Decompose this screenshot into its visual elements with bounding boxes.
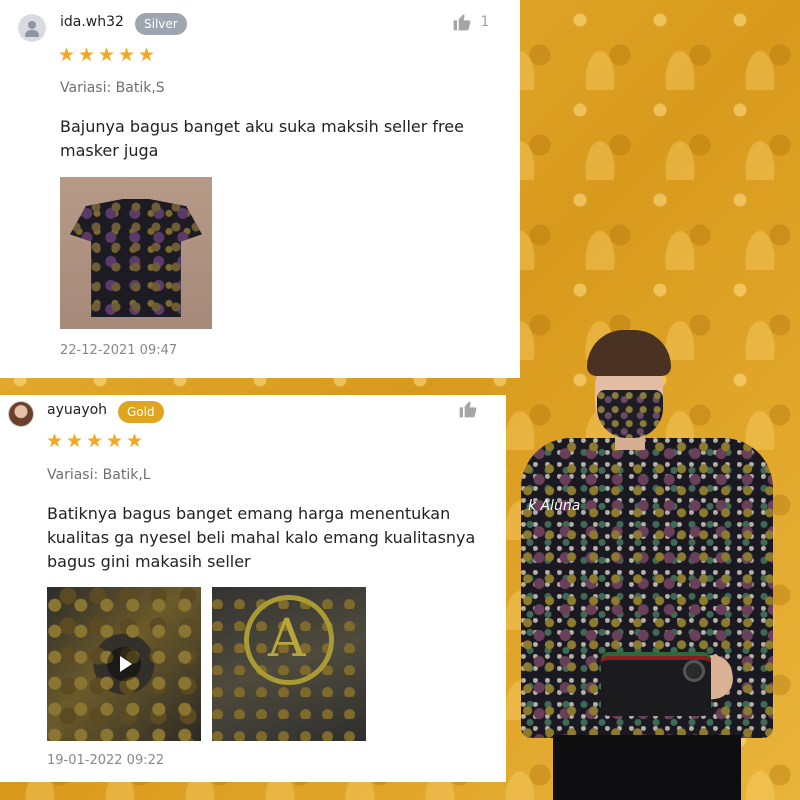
member-badge: Gold <box>118 401 164 423</box>
watch <box>683 660 705 682</box>
star-icon: ★ <box>46 430 64 452</box>
review-timestamp: 22-12-2021 09:47 <box>60 343 178 358</box>
star-icon: ★ <box>138 44 156 66</box>
thumbs-up-icon <box>459 401 477 418</box>
play-icon[interactable] <box>107 647 141 681</box>
thumbs-up-icon <box>453 14 471 31</box>
review-text-line: bagus gini makasih seller <box>47 552 251 571</box>
star-rating: ★ ★ ★ ★ ★ <box>58 44 156 66</box>
review-photo[interactable] <box>60 177 212 329</box>
batik-mask <box>597 390 663 438</box>
like-count: 1 <box>480 14 490 30</box>
review-text-line: kualitas ga nyesel beli mahal kalo emang… <box>47 528 476 547</box>
shirt-image <box>70 199 202 317</box>
star-icon: ★ <box>66 430 84 452</box>
model-hair <box>587 330 671 376</box>
member-badge: Silver <box>135 13 187 35</box>
like-button[interactable]: 1 <box>452 12 489 32</box>
review-video[interactable] <box>47 587 201 741</box>
review-username[interactable]: ayuayoh <box>47 402 107 418</box>
model-photo <box>515 330 780 800</box>
avatar-head-icon <box>28 21 36 29</box>
brand-logo-icon: A <box>268 609 306 669</box>
review-photo[interactable]: A <box>212 587 366 741</box>
review-username[interactable]: ida.wh32 <box>60 14 124 30</box>
variant-label: Variasi: Batik,L <box>47 467 151 483</box>
avatar[interactable] <box>18 14 46 42</box>
avatar[interactable] <box>8 401 34 427</box>
variant-label: Variasi: Batik,S <box>60 80 165 96</box>
brand-watermark: k Aluna <box>528 498 581 514</box>
star-icon: ★ <box>106 430 124 452</box>
review-card: ida.wh32 Silver 1 ★ ★ ★ ★ ★ Variasi: Bat… <box>0 0 520 378</box>
like-button[interactable] <box>458 399 482 419</box>
review-text-line: masker juga <box>60 141 159 160</box>
star-rating: ★ ★ ★ ★ ★ <box>46 430 144 452</box>
star-icon: ★ <box>58 44 76 66</box>
model-pants <box>553 735 741 800</box>
star-icon: ★ <box>126 430 144 452</box>
star-icon: ★ <box>98 44 116 66</box>
star-icon: ★ <box>118 44 136 66</box>
review-text-line: Batiknya bagus banget emang harga menent… <box>47 504 451 523</box>
review-timestamp: 19-01-2022 09:22 <box>47 753 165 768</box>
star-icon: ★ <box>78 44 96 66</box>
star-icon: ★ <box>86 430 104 452</box>
review-text-line: Bajunya bagus banget aku suka maksih sel… <box>60 117 464 136</box>
avatar-body-icon <box>25 30 39 37</box>
